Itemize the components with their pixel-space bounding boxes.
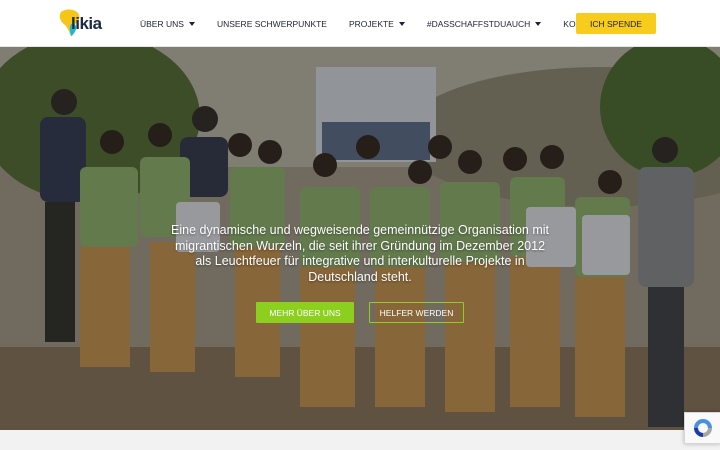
nav-item-ueber-uns[interactable]: ÜBER UNS <box>140 19 195 29</box>
more-about-us-button[interactable]: MEHR ÜBER UNS <box>256 302 354 323</box>
nav-item-label: #DASSCHAFFSTDUAUCH <box>426 18 531 29</box>
chevron-down-icon <box>535 21 542 26</box>
nav-item-dasschaffstduauch[interactable]: #DASSCHAFFSTDUAUCH <box>426 18 542 29</box>
nav-item-schwerpunkte[interactable]: UNSERE SCHWERPUNKTE <box>217 19 327 29</box>
nav-item-label: PROJEKTE <box>348 18 394 29</box>
hero-description: Eine dynamische und wegweisende gemeinnü… <box>171 223 549 284</box>
recaptcha-icon <box>693 419 712 437</box>
next-section-strip <box>0 430 720 450</box>
hero-section: Eine dynamische und wegweisende gemeinnü… <box>0 47 720 430</box>
main-nav: ÜBER UNS UNSERE SCHWERPUNKTE PROJEKTE #D… <box>140 0 625 47</box>
become-helper-button[interactable]: HELFER WERDEN <box>369 302 464 323</box>
logo-text: likia <box>71 14 102 33</box>
nav-item-label: UNSERE SCHWERPUNKTE <box>216 18 327 29</box>
nav-item-projekte[interactable]: PROJEKTE <box>349 19 405 29</box>
chevron-down-icon <box>398 21 405 26</box>
chevron-down-icon <box>188 21 195 26</box>
site-header: likia ÜBER UNS UNSERE SCHWERPUNKTE PROJE… <box>0 0 720 47</box>
recaptcha-badge[interactable] <box>684 412 720 444</box>
donate-button[interactable]: ICH SPENDE <box>576 13 656 34</box>
logo[interactable]: likia <box>58 8 118 38</box>
nav-item-label: ÜBER UNS <box>140 18 184 29</box>
